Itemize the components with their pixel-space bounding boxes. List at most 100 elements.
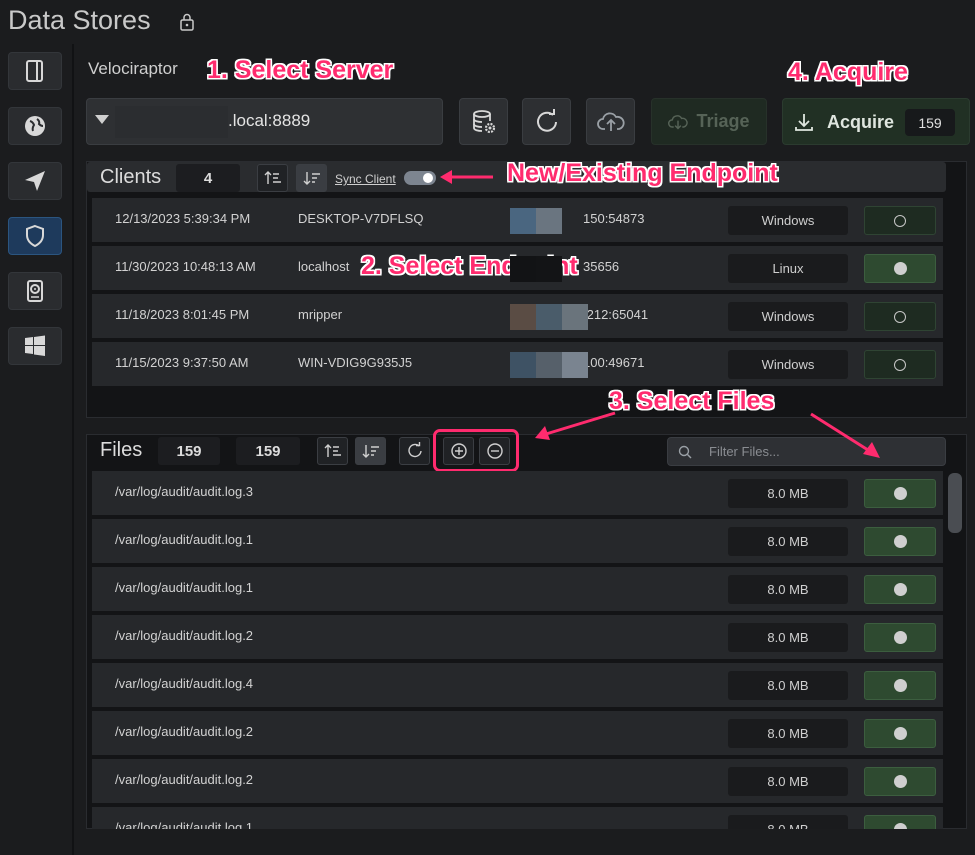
file-row[interactable]: /var/log/audit/audit.log.1 8.0 MB — [92, 567, 943, 611]
client-select-toggle[interactable] — [864, 350, 936, 379]
client-address: 100:49671 — [583, 355, 645, 370]
hard-drive-icon — [27, 280, 43, 302]
file-select-toggle[interactable] — [864, 767, 936, 796]
toggle-indicator — [893, 727, 907, 740]
triage-label: Triage — [696, 111, 750, 131]
toggle-indicator — [893, 262, 907, 275]
plus-circle-icon — [450, 443, 467, 459]
sidebar-item-notebook[interactable] — [8, 52, 62, 90]
sidebar-item-shield[interactable] — [8, 217, 62, 255]
refresh-icon — [407, 442, 422, 458]
sidebar-item-network[interactable] — [8, 107, 62, 145]
client-last-seen: 12/13/2023 5:39:34 PM — [115, 211, 251, 226]
mosaic-block — [536, 352, 562, 378]
acquire-count-badge: 159 — [905, 109, 955, 136]
acquire-button[interactable]: Acquire 159 — [782, 98, 970, 145]
toggle-indicator — [893, 679, 907, 692]
files-scrollbar[interactable] — [948, 473, 962, 533]
lock-icon[interactable] — [180, 13, 194, 31]
file-select-toggle[interactable] — [864, 623, 936, 652]
sidebar-item-disk[interactable] — [8, 272, 62, 310]
mosaic-block — [536, 256, 562, 282]
file-select-toggle[interactable] — [864, 815, 936, 829]
annotation-step4: 4. Acquire — [788, 58, 908, 86]
search-icon — [678, 445, 692, 459]
toggle-indicator — [893, 631, 907, 644]
file-row[interactable]: /var/log/audit/audit.log.2 8.0 MB — [92, 711, 943, 755]
file-select-toggle[interactable] — [864, 719, 936, 748]
upload-button[interactable] — [586, 98, 635, 145]
file-row[interactable]: /var/log/audit/audit.log.1 8.0 MB — [92, 519, 943, 563]
sidebar-item-windows[interactable] — [8, 327, 62, 365]
file-size: 8.0 MB — [728, 527, 848, 556]
client-os: Windows — [728, 302, 848, 331]
datastore-settings-button[interactable] — [459, 98, 508, 145]
client-select-toggle[interactable] — [864, 206, 936, 235]
toggle-indicator — [894, 214, 906, 227]
files-refresh-button[interactable] — [399, 437, 430, 465]
file-row[interactable]: /var/log/audit/audit.log.1 8.0 MB — [92, 807, 943, 829]
page-title: Data Stores — [8, 5, 151, 35]
sync-client-toggle[interactable] — [404, 171, 436, 185]
file-select-toggle[interactable] — [864, 479, 936, 508]
cloud-upload-icon — [596, 112, 625, 131]
filter-files-input[interactable] — [667, 437, 946, 466]
refresh-server-button[interactable] — [522, 98, 571, 145]
mosaic-block — [510, 256, 536, 282]
deselect-all-files-button[interactable] — [479, 437, 510, 465]
file-row[interactable]: /var/log/audit/audit.log.3 8.0 MB — [92, 471, 943, 515]
client-os: Linux — [728, 254, 848, 283]
server-label: Velociraptor — [88, 59, 178, 78]
clients-sort-desc-button[interactable] — [296, 164, 327, 192]
file-path: /var/log/audit/audit.log.4 — [115, 676, 254, 691]
server-select-value: .local:8889 — [228, 111, 311, 130]
windows-icon — [25, 335, 45, 356]
file-row[interactable]: /var/log/audit/audit.log.2 8.0 MB — [92, 759, 943, 803]
triage-button[interactable]: Triage — [651, 98, 767, 145]
sort-asc-icon — [264, 171, 281, 184]
acquire-label: Acquire — [827, 112, 895, 132]
file-select-toggle[interactable] — [864, 527, 936, 556]
clients-sort-asc-button[interactable] — [257, 164, 288, 192]
file-path: /var/log/audit/audit.log.1 — [115, 580, 254, 595]
file-size: 8.0 MB — [728, 671, 848, 700]
file-select-toggle[interactable] — [864, 575, 936, 604]
toggle-indicator — [894, 358, 906, 371]
files-sort-desc-button[interactable] — [355, 437, 386, 465]
client-hostname: DESKTOP-V7DFLSQ — [298, 211, 424, 226]
select-all-files-button[interactable] — [443, 437, 474, 465]
file-select-toggle[interactable] — [864, 671, 936, 700]
file-row[interactable]: /var/log/audit/audit.log.2 8.0 MB — [92, 615, 943, 659]
chevron-down-icon — [95, 115, 109, 124]
mosaic-block — [562, 304, 588, 330]
file-size: 8.0 MB — [728, 767, 848, 796]
client-address: 35656 — [583, 259, 620, 274]
mosaic-block — [510, 208, 536, 234]
file-row[interactable]: /var/log/audit/audit.log.4 8.0 MB — [92, 663, 943, 707]
mosaic-block — [536, 208, 562, 234]
toggle-indicator — [893, 487, 907, 500]
client-last-seen: 11/30/2023 10:48:13 AM — [115, 259, 256, 274]
client-address: 150:54873 — [583, 211, 645, 226]
client-os: Windows — [728, 206, 848, 235]
annotation-step1: 1. Select Server — [207, 56, 394, 84]
mosaic-block — [536, 304, 562, 330]
client-hostname: localhost — [298, 259, 350, 274]
sidebar-item-send[interactable] — [8, 162, 62, 200]
sort-desc-icon — [362, 445, 379, 458]
toggle-indicator — [894, 310, 906, 323]
client-select-toggle[interactable] — [864, 302, 936, 331]
client-select-toggle[interactable] — [864, 254, 936, 283]
annotation-step3: 3. Select Files — [609, 387, 775, 415]
sync-client-label[interactable]: Sync Client — [335, 172, 396, 186]
client-hostname: WIN-VDIG9G935J5 — [298, 355, 413, 370]
annotation-arrow-files-left — [535, 411, 616, 440]
file-size: 8.0 MB — [728, 575, 848, 604]
annotation-endpoint-note: New/Existing Endpoint — [507, 159, 778, 187]
file-size: 8.0 MB — [728, 479, 848, 508]
files-sort-asc-button[interactable] — [317, 437, 348, 465]
file-path: /var/log/audit/audit.log.1 — [115, 532, 254, 547]
toggle-indicator — [893, 775, 907, 788]
toggle-indicator — [893, 583, 907, 596]
mosaic-block — [510, 352, 536, 378]
